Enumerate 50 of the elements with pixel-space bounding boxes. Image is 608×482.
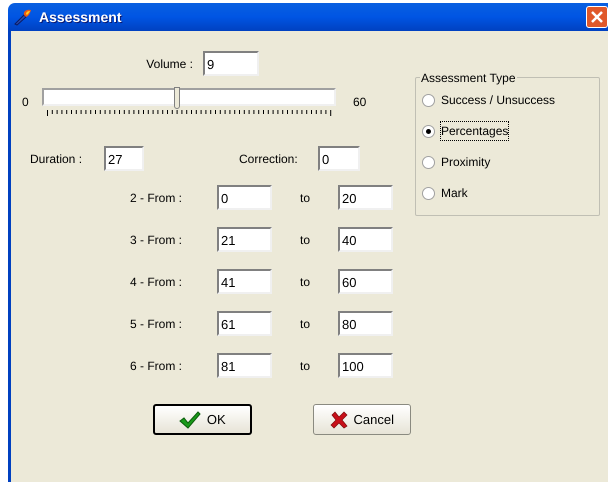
cross-icon: [330, 410, 348, 428]
input-field[interactable]: 81: [217, 353, 272, 378]
to-label: to: [300, 190, 312, 206]
checkmark-icon: [178, 410, 201, 428]
radio-label: Success / Unsuccess: [441, 92, 556, 109]
input-field[interactable]: 0: [318, 146, 360, 171]
slider-track[interactable]: [42, 88, 336, 106]
cancel-button[interactable]: Cancel: [312, 404, 411, 435]
input-field[interactable]: 20: [338, 185, 393, 210]
volume-label: Volume :: [145, 56, 194, 72]
input-field[interactable]: 21: [217, 227, 272, 252]
to-label: to: [300, 274, 312, 290]
slider-min-label: 0: [22, 94, 30, 111]
range-label: 5 - From :: [130, 316, 184, 332]
input-field[interactable]: 27: [104, 146, 144, 171]
to-label: to: [300, 316, 312, 332]
range-label: 6 - From :: [130, 358, 184, 374]
range-label: 3 - From :: [130, 232, 184, 248]
correction-label: Correction:: [239, 150, 299, 168]
slider-max-label: 60: [353, 94, 366, 111]
radio-label: Proximity: [441, 154, 490, 171]
input-field[interactable]: 61: [217, 311, 272, 336]
input-field[interactable]: 100: [338, 353, 393, 378]
to-label: to: [300, 358, 312, 374]
radio-option[interactable]: Percentages: [422, 122, 508, 140]
close-icon: [591, 11, 603, 23]
to-label: to: [300, 232, 312, 248]
radio-option[interactable]: Success / Unsuccess: [422, 91, 556, 109]
radio-option[interactable]: Mark: [422, 184, 468, 202]
radio-button[interactable]: [422, 94, 435, 106]
radio-label: Percentages: [441, 122, 508, 140]
input-field[interactable]: 80: [338, 311, 393, 336]
torch-icon: [13, 8, 33, 26]
window-title: Assessment: [39, 8, 122, 26]
radio-label: Mark: [441, 185, 468, 202]
range-label: 2 - From :: [130, 190, 184, 206]
input-field[interactable]: 41: [217, 269, 272, 294]
input-field[interactable]: 60: [338, 269, 393, 294]
slider-thumb[interactable]: [174, 87, 180, 109]
ok-button[interactable]: OK: [153, 404, 252, 435]
radio-button[interactable]: [422, 156, 435, 168]
radio-button[interactable]: [422, 124, 435, 138]
radio-button[interactable]: [422, 186, 435, 200]
input-field[interactable]: 40: [338, 227, 393, 252]
close-button[interactable]: [586, 6, 608, 28]
radio-option[interactable]: Proximity: [422, 153, 490, 171]
duration-label: Duration :: [30, 150, 84, 168]
input-field[interactable]: 0: [217, 185, 272, 210]
input-field[interactable]: 9: [203, 51, 259, 76]
range-label: 4 - From :: [130, 274, 184, 290]
